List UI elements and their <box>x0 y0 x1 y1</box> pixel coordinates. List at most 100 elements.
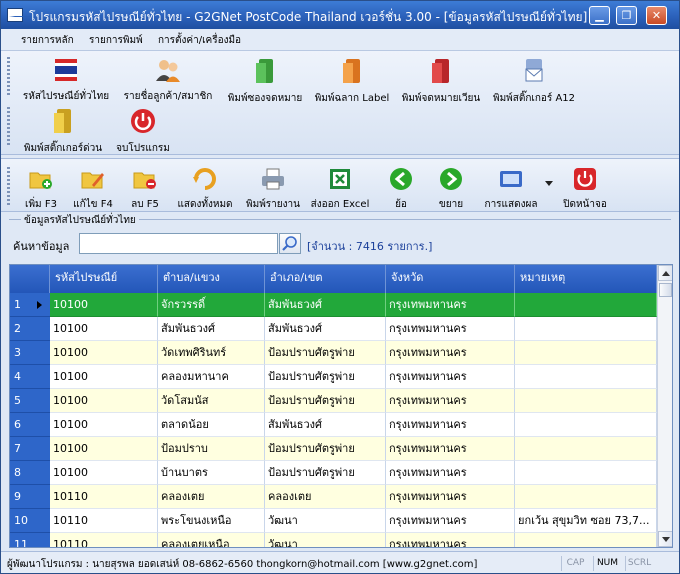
display-button[interactable]: การแสดงผล <box>479 167 543 212</box>
table-cell[interactable]: ยกเว้น สุขุมวิท ซอย 73,7... <box>515 509 657 533</box>
exit-program-button[interactable]: จบโปรแกรม <box>113 107 173 156</box>
close-screen-button[interactable]: ปิดหน้าจอ <box>557 167 613 212</box>
menu-print[interactable]: รายการพิมพ์ <box>89 33 143 48</box>
column-header[interactable]: หมายเหตุ <box>515 265 657 293</box>
print-report-button[interactable]: พิมพ์รายงาน <box>243 167 303 212</box>
table-cell[interactable] <box>515 485 657 509</box>
table-cell[interactable]: วัฒนา <box>265 533 386 547</box>
table-cell[interactable]: สัมพันธวงศ์ <box>265 293 386 317</box>
members-button[interactable]: รายชื่อลูกค้า/สมาชิก <box>119 57 217 104</box>
chevron-down-icon[interactable] <box>545 181 553 187</box>
table-cell[interactable]: 10100 <box>50 389 158 413</box>
table-cell[interactable]: กรุงเทพมหานคร <box>386 485 515 509</box>
print-envelope-button[interactable]: พิมพ์ซองจดหมาย <box>223 57 307 106</box>
table-cell[interactable]: คลองมหานาค <box>158 365 265 389</box>
table-cell[interactable]: พระโขนงเหนือ <box>158 509 265 533</box>
row-number[interactable]: 2 <box>10 317 50 341</box>
edit-button[interactable]: แก้ไข F4 <box>69 167 117 212</box>
row-number[interactable]: 6 <box>10 413 50 437</box>
restore-button[interactable]: ❐ <box>616 6 637 25</box>
table-cell[interactable]: ตลาดน้อย <box>158 413 265 437</box>
row-number[interactable]: 4 <box>10 365 50 389</box>
table-cell[interactable]: 10110 <box>50 509 158 533</box>
table-cell[interactable] <box>515 389 657 413</box>
toolbar-grip[interactable] <box>7 57 10 97</box>
table-cell[interactable]: 10100 <box>50 317 158 341</box>
table-cell[interactable]: กรุงเทพมหานคร <box>386 461 515 485</box>
back-button[interactable]: ย้อ <box>383 167 419 212</box>
table-row[interactable]: 3 10100 วัดเทพศิรินทร์ ป้อมปราบศัตรูพ่าย กรุ… <box>10 341 657 365</box>
table-cell[interactable]: คลองเตย <box>158 485 265 509</box>
table-row[interactable]: 10 10110 พระโขนงเหนือ วัฒนา กรุงเทพมหานคร ยกเ… <box>10 509 657 533</box>
title-bar[interactable]: โปรแกรมรหัสไปรษณีย์ทั่วไทย - G2GNet Post… <box>1 1 679 29</box>
toolbar-grip[interactable] <box>7 107 10 147</box>
table-row[interactable]: 2 10100 สัมพันธวงศ์ สัมพันธวงศ์ กรุงเทพมหานค… <box>10 317 657 341</box>
table-cell[interactable]: วัดเทพศิรินทร์ <box>158 341 265 365</box>
vertical-scrollbar[interactable] <box>657 265 672 547</box>
table-cell[interactable]: จักรวรรดิ์ <box>158 293 265 317</box>
table-cell[interactable]: กรุงเทพมหานคร <box>386 365 515 389</box>
table-cell[interactable]: วัฒนา <box>265 509 386 533</box>
row-number[interactable]: 11 <box>10 533 50 547</box>
table-cell[interactable]: 10100 <box>50 293 158 317</box>
table-row[interactable]: 6 10100 ตลาดน้อย สัมพันธวงศ์ กรุงเทพมหานคร <box>10 413 657 437</box>
table-cell[interactable]: ป้อมปราบศัตรูพ่าย <box>265 437 386 461</box>
search-input[interactable] <box>79 233 278 254</box>
row-number[interactable]: 8 <box>10 461 50 485</box>
add-button[interactable]: เพิ่ม F3 <box>19 167 63 212</box>
close-button[interactable]: ✕ <box>646 6 667 25</box>
row-number[interactable]: 7 <box>10 437 50 461</box>
table-cell[interactable] <box>515 293 657 317</box>
table-cell[interactable] <box>515 413 657 437</box>
table-cell[interactable]: คลองเตยเหนือ <box>158 533 265 547</box>
table-cell[interactable]: สัมพันธวงศ์ <box>265 413 386 437</box>
table-cell[interactable]: กรุงเทพมหานคร <box>386 437 515 461</box>
show-all-button[interactable]: แสดงทั้งหมด <box>171 167 239 212</box>
table-cell[interactable]: ป้อมปราบศัตรูพ่าย <box>265 341 386 365</box>
table-row[interactable]: 5 10100 วัดโสมนัส ป้อมปราบศัตรูพ่าย กรุงเทพม… <box>10 389 657 413</box>
column-header[interactable]: รหัสไปรษณีย์ <box>50 265 158 293</box>
scroll-up-button[interactable] <box>658 265 672 281</box>
table-row[interactable]: 8 10100 บ้านบาตร ป้อมปราบศัตรูพ่าย กรุงเทพมห… <box>10 461 657 485</box>
table-cell[interactable]: กรุงเทพมหานคร <box>386 293 515 317</box>
row-number[interactable]: 5 <box>10 389 50 413</box>
table-cell[interactable] <box>515 317 657 341</box>
column-header[interactable]: จังหวัด <box>386 265 515 293</box>
table-row[interactable]: 1 10100 จักรวรรดิ์ สัมพันธวงศ์ กรุงเทพมหานคร <box>10 293 657 317</box>
table-cell[interactable]: คลองเตย <box>265 485 386 509</box>
column-header[interactable]: อำเภอ/เขต <box>265 265 386 293</box>
print-sticker-a12-button[interactable]: พิมพ์สติ๊กเกอร์ A12 <box>489 57 579 106</box>
table-cell[interactable]: ป้อมปราบศัตรูพ่าย <box>265 365 386 389</box>
print-label-button[interactable]: พิมพ์ฉลาก Label <box>311 57 393 106</box>
table-row[interactable]: 11 10110 คลองเตยเหนือ วัฒนา กรุงเทพมหานคร <box>10 533 657 547</box>
column-header[interactable]: ตำบล/แขวง <box>158 265 265 293</box>
table-cell[interactable]: 10100 <box>50 461 158 485</box>
row-number[interactable]: 3 <box>10 341 50 365</box>
table-cell[interactable] <box>515 437 657 461</box>
table-cell[interactable]: 10110 <box>50 533 158 547</box>
forward-button[interactable]: ขยาย <box>431 167 471 212</box>
table-cell[interactable]: 10110 <box>50 485 158 509</box>
table-cell[interactable]: 10100 <box>50 341 158 365</box>
print-express-sticker-button[interactable]: พิมพ์สติ๊กเกอร์ด่วน <box>17 107 109 156</box>
table-cell[interactable]: กรุงเทพมหานคร <box>386 389 515 413</box>
table-cell[interactable]: กรุงเทพมหานคร <box>386 317 515 341</box>
table-cell[interactable]: กรุงเทพมหานคร <box>386 509 515 533</box>
toolbar-grip[interactable] <box>7 167 10 205</box>
table-cell[interactable]: กรุงเทพมหานคร <box>386 341 515 365</box>
table-cell[interactable]: สัมพันธวงศ์ <box>158 317 265 341</box>
table-cell[interactable]: 10100 <box>50 437 158 461</box>
table-cell[interactable]: กรุงเทพมหานคร <box>386 533 515 547</box>
menu-settings[interactable]: การตั้งค่า/เครื่องมือ <box>158 33 241 48</box>
scroll-down-button[interactable] <box>658 531 672 547</box>
print-circular-button[interactable]: พิมพ์จดหมายเวียน <box>397 57 485 106</box>
table-cell[interactable]: กรุงเทพมหานคร <box>386 413 515 437</box>
postcode-button[interactable]: รหัสไปรษณีย์ทั่วไทย <box>17 57 115 104</box>
table-row[interactable]: 9 10110 คลองเตย คลองเตย กรุงเทพมหานคร <box>10 485 657 509</box>
row-number[interactable]: 9 <box>10 485 50 509</box>
table-cell[interactable] <box>515 341 657 365</box>
search-button[interactable] <box>279 233 301 254</box>
table-row[interactable]: 7 10100 ป้อมปราบ ป้อมปราบศัตรูพ่าย กรุงเทพมห… <box>10 437 657 461</box>
minimize-button[interactable]: ▁ <box>589 6 610 25</box>
menu-main[interactable]: รายการหลัก <box>21 33 74 48</box>
